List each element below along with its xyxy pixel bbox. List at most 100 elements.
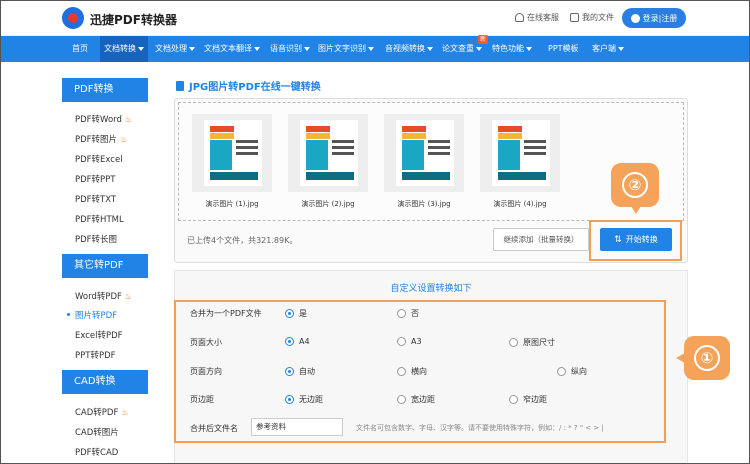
merge-option-no[interactable]: 否 <box>397 308 419 319</box>
sidebar-item-pdf-to-excel[interactable]: PDF转Excel <box>75 153 123 165</box>
my-files-link[interactable]: 我的文件 <box>570 12 614 23</box>
sidebar-item-label: 图片转PDF <box>75 311 118 321</box>
sidebar-item-cad-to-image[interactable]: CAD转图片 <box>75 426 119 438</box>
my-files-label: 我的文件 <box>582 13 614 22</box>
app-logo[interactable] <box>62 7 84 29</box>
app-name[interactable]: 迅捷PDF转换器 <box>90 11 177 28</box>
file-thumbnail[interactable]: 演示图片 (1).jpg <box>192 114 272 209</box>
nav-plagiarism[interactable]: 论文查重 <box>442 36 482 62</box>
login-button[interactable]: 登录|注册 <box>622 8 686 28</box>
nav-speech[interactable]: 语音识别 <box>270 36 310 62</box>
nav-client[interactable]: 客户端 <box>592 36 624 62</box>
nav-doc-convert[interactable]: 文档转换 <box>100 36 148 62</box>
sidebar-item-pdf-to-image[interactable]: PDF转图片 ♨ <box>75 133 128 146</box>
sidebar-item-pdf-to-word[interactable]: PDF转Word ♨ <box>75 113 133 126</box>
sidebar-item-word-to-pdf[interactable]: Word转PDF ♨ <box>75 290 132 303</box>
sidebar-item-pdf-to-html[interactable]: PDF转HTML <box>75 213 124 225</box>
nav-ocr[interactable]: 图片文字识别 <box>318 36 374 62</box>
chevron-down-icon <box>189 46 195 51</box>
step-marker-1: ① <box>676 336 730 380</box>
active-dot-icon <box>67 313 70 316</box>
margin-option-none[interactable]: 无边距 <box>285 394 323 405</box>
nav-media-label: 音视频转换 <box>385 44 425 53</box>
page-size-option-a3[interactable]: A3 <box>397 337 422 346</box>
nav-translate[interactable]: 文档文本翻译 <box>204 36 260 62</box>
orientation-option-portrait[interactable]: 纵向 <box>557 366 587 377</box>
margin-option-narrow[interactable]: 窄边距 <box>509 394 547 405</box>
merge-option-yes[interactable]: 是 <box>285 308 307 319</box>
option-label: 是 <box>299 309 307 318</box>
nav-home[interactable]: 首页 <box>72 36 88 62</box>
file-name: 演示图片 (2).jpg <box>301 200 355 208</box>
nav-doc-process[interactable]: 文档处理 <box>155 36 195 62</box>
customer-service-label: 在线客服 <box>527 13 559 22</box>
orientation-option-auto[interactable]: 自动 <box>285 366 315 377</box>
chevron-down-icon <box>304 46 310 51</box>
page-size-option-original[interactable]: 原图尺寸 <box>509 337 555 348</box>
nav-ppt[interactable]: PPT模板 <box>548 36 579 62</box>
chevron-down-icon <box>368 46 374 51</box>
option-label: 窄边距 <box>523 395 547 404</box>
file-name: 演示图片 (1).jpg <box>205 200 259 208</box>
sidebar-head-other-to-pdf[interactable]: 其它转PDF <box>62 254 148 278</box>
chevron-down-icon <box>618 46 624 51</box>
file-thumbnail[interactable]: 演示图片 (3).jpg <box>384 114 464 209</box>
orientation-option-landscape[interactable]: 横向 <box>397 366 427 377</box>
nav-media[interactable]: 音视频转换 <box>385 36 433 62</box>
sidebar-item-label: PDF转Excel <box>75 155 123 165</box>
nav-speech-label: 语音识别 <box>270 44 302 53</box>
nav-doc-process-label: 文档处理 <box>155 44 187 53</box>
sidebar-item-label: PDF转HTML <box>75 215 124 225</box>
radio-icon <box>509 338 518 347</box>
sidebar-item-cad-to-pdf[interactable]: CAD转PDF ♨ <box>75 406 129 419</box>
sidebar-head-pdf-convert[interactable]: PDF转换 <box>62 78 148 102</box>
fire-icon: ♨ <box>120 134 128 144</box>
filename-input[interactable]: 参考资料 <box>251 418 343 436</box>
settings-title: 自定义设置转换如下 <box>390 284 472 294</box>
file-icon <box>570 13 579 22</box>
file-thumbnail[interactable]: 演示图片 (4).jpg <box>480 114 560 209</box>
option-label: A3 <box>411 337 422 346</box>
orientation-label: 页面方向 <box>190 367 222 376</box>
customer-service-link[interactable]: 在线客服 <box>515 12 559 23</box>
margin-option-wide[interactable]: 宽边距 <box>397 394 435 405</box>
highlight-box-start <box>589 220 682 261</box>
option-label: 自动 <box>299 367 315 376</box>
chevron-down-icon <box>526 46 532 51</box>
chevron-down-icon <box>138 46 144 51</box>
radio-icon <box>509 395 518 404</box>
sidebar-item-ppt-to-pdf[interactable]: PPT转PDF <box>75 349 116 361</box>
sidebar-item-pdf-to-txt[interactable]: PDF转TXT <box>75 193 116 205</box>
step-number: ② <box>622 172 648 198</box>
fire-icon: ♨ <box>124 114 133 124</box>
chevron-down-icon <box>254 46 260 51</box>
radio-checked-icon <box>285 367 294 376</box>
document-icon <box>176 80 184 91</box>
option-label: 宽边距 <box>411 395 435 404</box>
sidebar-item-image-to-pdf[interactable]: 图片转PDF <box>75 309 117 321</box>
sidebar-item-label: Excel转PDF <box>75 331 123 341</box>
fire-icon: ♨ <box>121 407 129 417</box>
upload-info: 已上传4个文件，共321.89K。 <box>187 236 298 245</box>
new-badge: 新 <box>478 35 489 44</box>
file-name: 演示图片 (4).jpg <box>493 200 547 208</box>
step-marker-2: ② <box>611 163 659 214</box>
continue-add-button[interactable]: 继续添加（批量转换） <box>493 228 589 251</box>
sidebar-item-excel-to-pdf[interactable]: Excel转PDF <box>75 329 123 341</box>
nav-doc-convert-label: 文档转换 <box>104 44 136 53</box>
file-thumbnail[interactable]: 演示图片 (2).jpg <box>288 114 368 209</box>
login-label: 登录|注册 <box>642 13 678 23</box>
option-label: 无边距 <box>299 395 323 404</box>
page-size-option-a4[interactable]: A4 <box>285 337 310 346</box>
sidebar-item-pdf-to-ppt[interactable]: PDF转PPT <box>75 173 116 185</box>
radio-icon <box>397 395 406 404</box>
sidebar-item-pdf-to-cad[interactable]: PDF转CAD <box>75 446 118 458</box>
sidebar-item-label: CAD转图片 <box>75 428 119 438</box>
sidebar-item-label: PDF转长图 <box>75 235 118 245</box>
radio-checked-icon <box>285 395 294 404</box>
sidebar-head-cad-convert[interactable]: CAD转换 <box>62 370 148 394</box>
radio-icon <box>397 367 406 376</box>
nav-features[interactable]: 特色功能 <box>492 36 532 62</box>
file-name: 演示图片 (3).jpg <box>397 200 451 208</box>
sidebar-item-pdf-to-long-image[interactable]: PDF转长图 <box>75 233 117 245</box>
